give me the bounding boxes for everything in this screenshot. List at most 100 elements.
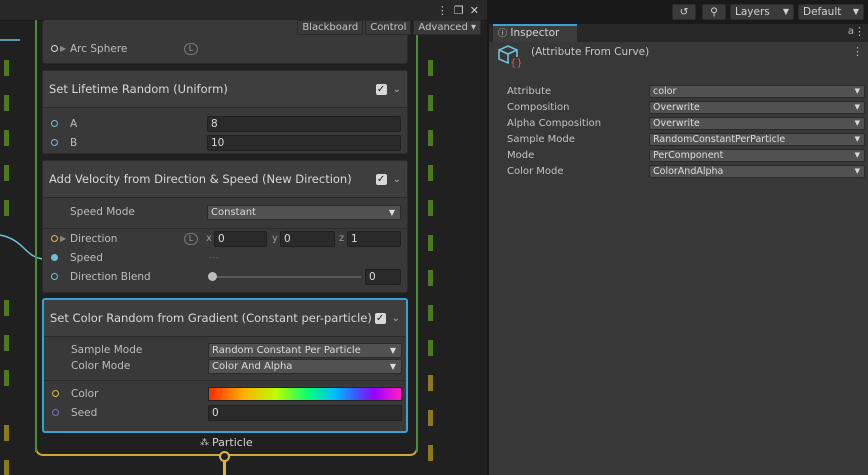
- color-port[interactable]: [52, 390, 59, 397]
- seed-field[interactable]: 0: [208, 404, 402, 421]
- speed-mode-label: Speed Mode: [70, 206, 135, 218]
- app-root: ⋮ ❐ ✕ Blackboard Control Advanced ▾ ⁂ Pa…: [0, 0, 868, 475]
- space-local-badge[interactable]: L: [184, 232, 198, 245]
- history-icon[interactable]: ↺: [672, 4, 696, 20]
- system-border-dash: [428, 60, 433, 76]
- close-icon[interactable]: ✕: [470, 4, 479, 17]
- dropdown-arrow-icon: ▼: [782, 7, 789, 16]
- seed-row: Seed 0: [44, 403, 406, 422]
- set-lifetime-block[interactable]: Set Lifetime Random (Uniform) ✓ ⌄ A 8 B …: [42, 70, 408, 154]
- property-dropdown[interactable]: Overwrite ▼: [649, 101, 865, 114]
- arc-sphere-label: Arc Sphere: [70, 42, 128, 55]
- blackboard-button[interactable]: Blackboard: [297, 20, 364, 35]
- property-label: Color Mode: [507, 166, 564, 177]
- input-port-b[interactable]: [51, 139, 58, 146]
- direction-blend-port[interactable]: [51, 273, 58, 280]
- property-row: Attribute color ▼: [507, 85, 865, 99]
- system-border-dash: [428, 235, 433, 251]
- system-border-dash: [428, 305, 433, 321]
- maximize-icon[interactable]: ❐: [454, 4, 464, 17]
- property-dropdown[interactable]: Overwrite ▼: [649, 117, 865, 130]
- param-a-field[interactable]: 8: [207, 115, 401, 132]
- more-options-icon[interactable]: ⋮: [437, 4, 448, 17]
- particle-output-label: ⁂ Particle: [200, 436, 253, 449]
- component-menu-icon[interactable]: ⋮: [852, 45, 863, 58]
- seed-port[interactable]: [52, 409, 59, 416]
- operator-cube-icon: {}: [498, 45, 521, 68]
- search-icon[interactable]: ⚲: [702, 4, 726, 20]
- speed-label: Speed: [70, 251, 103, 264]
- collapse-chevron-icon[interactable]: ⌄: [393, 84, 401, 95]
- enable-checkbox[interactable]: ✓: [374, 312, 386, 324]
- param-b-field[interactable]: 10: [207, 134, 401, 151]
- direction-blend-field[interactable]: 0: [365, 268, 401, 285]
- property-row: Mode PerComponent ▼: [507, 149, 865, 163]
- collapse-chevron-icon[interactable]: ⌄: [393, 174, 401, 185]
- collapse-chevron-icon[interactable]: ⌄: [392, 313, 400, 324]
- expand-triangle-icon[interactable]: ▶: [60, 234, 66, 243]
- property-row: Composition Overwrite ▼: [507, 101, 865, 115]
- sample-mode-dropdown[interactable]: Random Constant Per Particle ▼: [208, 342, 402, 358]
- color-row: Color: [44, 384, 406, 403]
- set-color-gradient-block[interactable]: Set Color Random from Gradient (Constant…: [42, 298, 408, 433]
- flow-output-port[interactable]: [219, 451, 230, 462]
- slider-thumb[interactable]: [208, 272, 217, 281]
- color-mode-dropdown[interactable]: Color And Alpha ▼: [208, 358, 402, 374]
- layers-dropdown[interactable]: Layers ▼: [730, 4, 794, 20]
- advanced-dropdown[interactable]: Advanced ▾: [413, 20, 481, 35]
- block-header[interactable]: Set Lifetime Random (Uniform) ✓ ⌄: [43, 71, 407, 107]
- dropdown-arrow-icon: ▼: [854, 103, 860, 111]
- control-button[interactable]: Control: [365, 20, 412, 35]
- inspector-tab-bar: ⓘ Inspector a ⋮: [489, 24, 868, 42]
- sample-mode-label: Sample Mode: [71, 344, 143, 356]
- gradient-field[interactable]: [208, 386, 402, 401]
- dropdown-arrow-icon: ▼: [388, 207, 395, 217]
- dropdown-arrow-icon: ▼: [389, 345, 396, 355]
- property-dropdown[interactable]: color ▼: [649, 85, 865, 98]
- system-border-dash: [428, 445, 433, 461]
- block-header[interactable]: Set Color Random from Gradient (Constant…: [44, 300, 406, 336]
- block-header[interactable]: Add Velocity from Direction & Speed (New…: [43, 161, 407, 197]
- system-border-dash: [428, 130, 433, 146]
- system-border-dash: [4, 460, 9, 475]
- speed-mode-dropdown[interactable]: Constant ▼: [207, 204, 401, 220]
- enable-checkbox[interactable]: ✓: [375, 83, 387, 95]
- speed-mode-row: Speed Mode Constant ▼: [43, 202, 407, 222]
- property-row: Color Mode ColorAndAlpha ▼: [507, 165, 865, 179]
- dropdown-arrow-icon: ▼: [854, 151, 860, 159]
- property-dropdown[interactable]: PerComponent ▼: [649, 149, 865, 162]
- block-title: Set Lifetime Random (Uniform): [49, 82, 228, 96]
- more-options-icon[interactable]: ⋮: [854, 25, 865, 38]
- property-row: Alpha Composition Overwrite ▼: [507, 117, 865, 131]
- add-velocity-block[interactable]: Add Velocity from Direction & Speed (New…: [42, 160, 408, 293]
- property-label: Alpha Composition: [507, 118, 602, 129]
- input-port-a[interactable]: [51, 120, 58, 127]
- slider-track[interactable]: [211, 276, 361, 278]
- seed-label: Seed: [71, 406, 98, 419]
- editor-top-bar: ↺ ⚲ Layers ▼ Default ▼: [489, 0, 868, 24]
- inspector-panel: ↺ ⚲ Layers ▼ Default ▼ ⓘ Inspector a ⋮ {…: [487, 0, 868, 475]
- color-label: Color: [71, 387, 99, 400]
- system-border-dash: [4, 370, 9, 386]
- layout-dropdown[interactable]: Default ▼: [798, 4, 864, 20]
- direction-z-field[interactable]: 1: [347, 230, 401, 247]
- tab-inspector[interactable]: ⓘ Inspector: [493, 24, 577, 42]
- arc-sphere-port[interactable]: [51, 45, 58, 52]
- expand-triangle-icon[interactable]: ▶: [60, 44, 66, 53]
- vfx-graph-view[interactable]: ⋮ ❐ ✕ Blackboard Control Advanced ▾ ⁂ Pa…: [0, 0, 487, 475]
- direction-y-field[interactable]: 0: [280, 230, 335, 247]
- direction-x-field[interactable]: 0: [214, 230, 267, 247]
- system-border-dash: [4, 425, 9, 441]
- property-dropdown[interactable]: ColorAndAlpha ▼: [649, 165, 865, 178]
- enable-checkbox[interactable]: ✓: [375, 173, 387, 185]
- space-local-badge[interactable]: L: [184, 42, 198, 55]
- property-dropdown[interactable]: RandomConstantPerParticle ▼: [649, 133, 865, 146]
- speed-port-connected[interactable]: [51, 254, 58, 261]
- param-label-a: A: [70, 117, 78, 130]
- axis-y-label: y: [272, 233, 278, 244]
- direction-port[interactable]: [51, 235, 58, 242]
- color-mode-label: Color Mode: [71, 360, 131, 372]
- system-border-dash: [428, 95, 433, 111]
- inspector-subject-title: (Attribute From Curve): [531, 46, 650, 58]
- system-border-dash: [428, 165, 433, 181]
